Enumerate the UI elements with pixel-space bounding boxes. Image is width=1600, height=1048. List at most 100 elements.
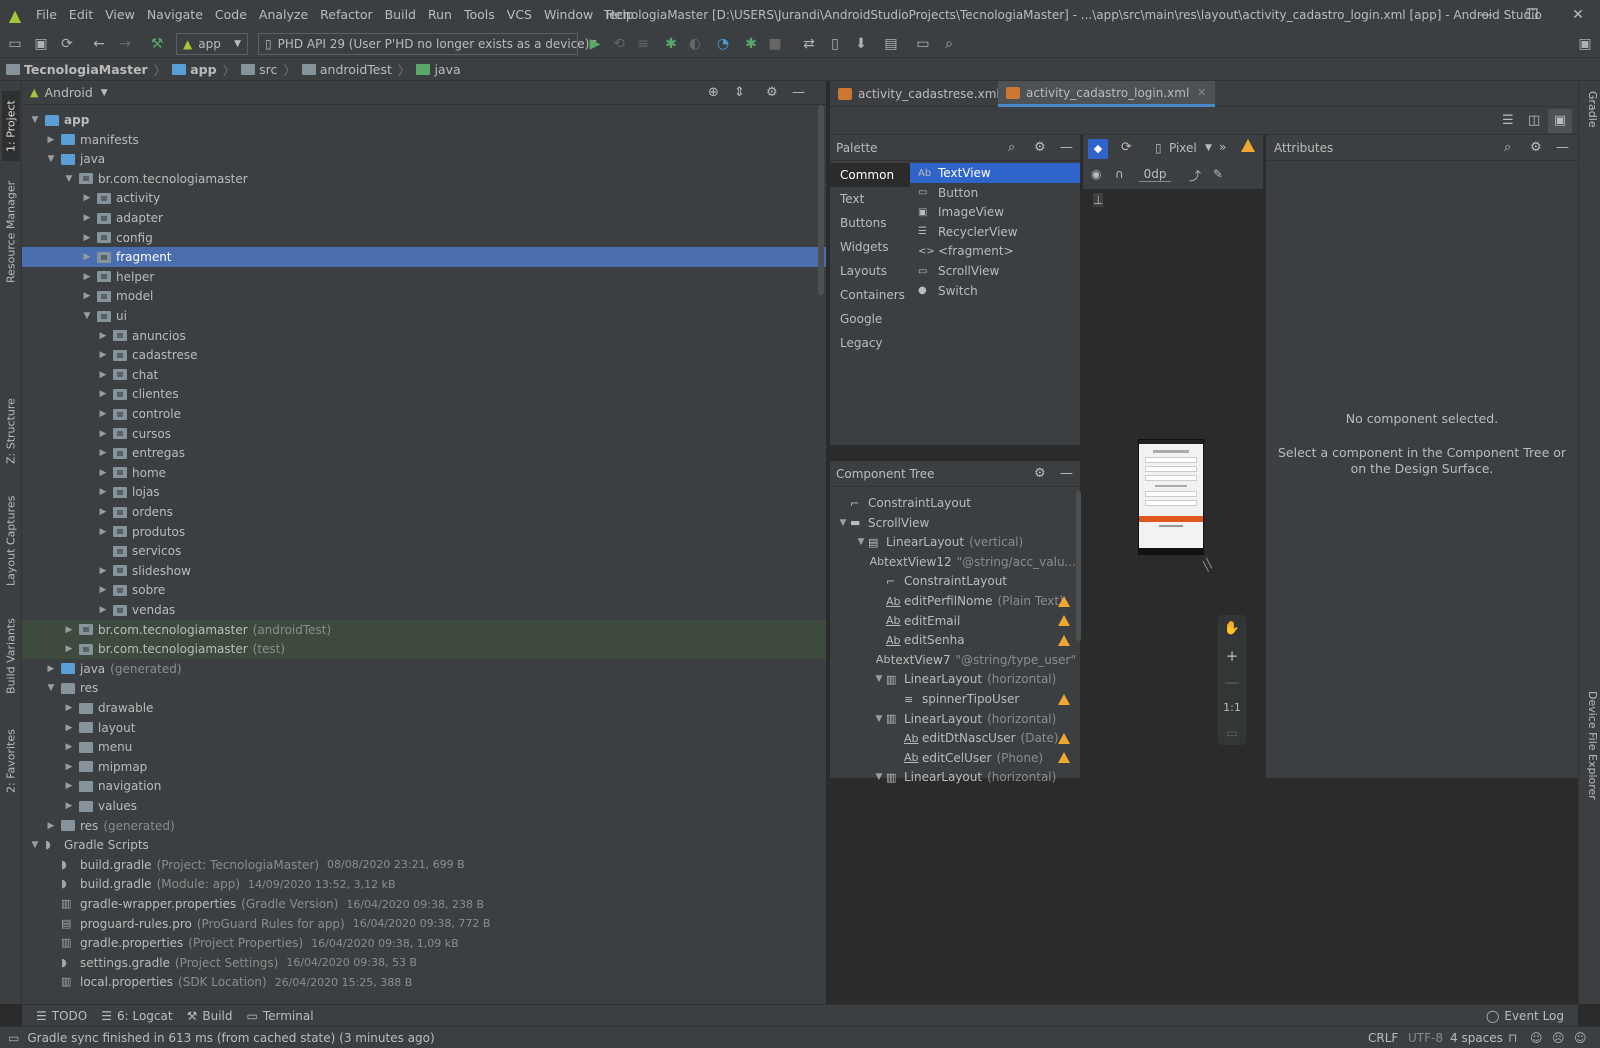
inspector-icon[interactable]: ☹ [1552, 1031, 1565, 1045]
palette-item[interactable]: Ab TextView [910, 163, 1080, 183]
zoom-reset-button[interactable]: 1:1 [1218, 695, 1246, 721]
component-tree-item[interactable]: ▼ ▤ LinearLayout (vertical) [830, 532, 1076, 552]
project-view-select[interactable]: Android [44, 85, 92, 100]
component-tree-item[interactable]: Ab textView7 "@string/type_user" [830, 650, 1076, 670]
account-icon[interactable]: ▣ [1574, 33, 1596, 55]
minimize-icon[interactable]: — [1466, 0, 1506, 30]
resize-handle-icon[interactable]: // [1199, 556, 1217, 574]
forward-icon[interactable]: → [114, 33, 136, 55]
tree-item[interactable]: ▶ values [22, 796, 826, 816]
tab-device-file-explorer[interactable]: Device File Explorer [1581, 691, 1599, 811]
hide-icon[interactable]: — [1060, 140, 1073, 155]
breadcrumb-item[interactable]: TecnologiaMaster 〉 [6, 60, 172, 79]
menu-code[interactable]: Code [209, 0, 253, 30]
component-tree-item[interactable]: ≡ spinnerTipoUser [830, 689, 1076, 709]
expanded-arrow-icon[interactable]: ▼ [80, 311, 94, 321]
component-tree-item[interactable]: ⌐ ConstraintLayout [830, 493, 1076, 513]
zoom-in-icon[interactable]: + [1218, 643, 1246, 669]
palette-category-layouts[interactable]: Layouts [830, 259, 910, 283]
clear-constraints-icon[interactable]: ⤴ [1189, 167, 1201, 184]
collapsed-arrow-icon[interactable]: ▶ [96, 448, 110, 458]
collapsed-arrow-icon[interactable]: ▶ [96, 468, 110, 478]
profile-icon[interactable]: ◐ [684, 33, 706, 55]
event-log-tab[interactable]: ◯ Event Log [1486, 1009, 1564, 1023]
run-config-select[interactable]: ▲ app ▼ [176, 33, 248, 55]
collapsed-arrow-icon[interactable]: ▶ [80, 272, 94, 282]
tree-item[interactable]: ▼ app [22, 110, 826, 130]
component-tree-item[interactable]: Ab textView12 "@string/acc_valu... [830, 552, 1076, 572]
collapsed-arrow-icon[interactable]: ▶ [96, 389, 110, 399]
maximize-icon[interactable]: ❐ [1512, 0, 1552, 30]
palette-category-common[interactable]: Common [830, 163, 910, 187]
chevron-down-icon[interactable]: ▼ [101, 88, 108, 98]
hide-icon[interactable]: — [1556, 140, 1569, 155]
avd-manager-icon[interactable]: ▯ [824, 33, 846, 55]
breadcrumb-item[interactable]: androidTest 〉 [301, 60, 417, 79]
tree-item[interactable]: ▶ layout [22, 718, 826, 738]
collapsed-arrow-icon[interactable]: ▶ [62, 742, 76, 752]
tree-item[interactable]: ▶ produtos [22, 522, 826, 542]
collapsed-arrow-icon[interactable]: ▶ [62, 625, 76, 635]
tree-item[interactable]: ◗ settings.gradle (Project Settings) 16/04/… [22, 953, 826, 973]
collapsed-arrow-icon[interactable]: ▶ [96, 487, 110, 497]
tree-item[interactable]: ▶ slideshow [22, 561, 826, 581]
sync-icon[interactable]: ⟳ [56, 33, 78, 55]
search-icon[interactable]: ⌕ [938, 33, 960, 55]
collapsed-arrow-icon[interactable]: ▶ [62, 762, 76, 772]
tree-item[interactable]: ▶ vendas [22, 600, 826, 620]
menu-file[interactable]: File [30, 0, 63, 30]
menu-refactor[interactable]: Refactor [314, 0, 378, 30]
default-margin-field[interactable]: 0dp [1139, 167, 1171, 182]
tree-item[interactable]: ▶ clientes [22, 384, 826, 404]
component-tree-item[interactable]: Ab editCelUser (Phone) [830, 748, 1076, 768]
warning-icon[interactable] [1058, 634, 1070, 646]
code-view-icon[interactable]: ☰ [1502, 113, 1514, 128]
tree-item[interactable]: ▼ res [22, 678, 826, 698]
component-tree-item[interactable]: ▼ ▥ LinearLayout (horizontal) [830, 709, 1076, 729]
debug-icon[interactable]: ✱ [660, 33, 682, 55]
tree-item[interactable]: ▶ java (generated) [22, 659, 826, 679]
tab-structure[interactable]: Z: Structure [2, 391, 20, 471]
tab-build-variants[interactable]: Build Variants [2, 611, 20, 701]
tab-resource-manager[interactable]: Resource Manager [2, 177, 20, 287]
tree-item[interactable]: ▶ controle [22, 404, 826, 424]
tree-item[interactable]: ▶ chat [22, 365, 826, 385]
tree-item[interactable]: ▶ entregas [22, 443, 826, 463]
tree-item[interactable]: ▼ ◗ Gradle Scripts [22, 835, 826, 855]
collapsed-arrow-icon[interactable]: ▶ [96, 585, 110, 595]
palette-category-text[interactable]: Text [830, 187, 910, 211]
sdk-manager-icon[interactable]: ⬇ [850, 33, 872, 55]
menu-navigate[interactable]: Navigate [141, 0, 209, 30]
expanded-arrow-icon[interactable]: ▼ [872, 772, 886, 782]
collapsed-arrow-icon[interactable]: ▶ [80, 252, 94, 262]
tree-item[interactable]: ▶ br.com.tecnologiamaster (androidTest) [22, 619, 826, 640]
palette-item[interactable]: <> <fragment> [910, 241, 1080, 261]
breadcrumb-item[interactable]: java [416, 62, 461, 77]
tab-activity_cadastrese[interactable]: activity_cadastrese.xml✕ [830, 81, 1025, 107]
open-folder-icon[interactable]: ▭ [4, 33, 26, 55]
attach-debugger-icon[interactable]: ◔ [712, 33, 734, 55]
tree-item[interactable]: ▶ adapter [22, 208, 826, 228]
collapsed-arrow-icon[interactable]: ▶ [62, 723, 76, 733]
tab-logcat[interactable]: ☰ 6: Logcat [101, 1009, 172, 1023]
tree-item[interactable]: ▶ cursos [22, 424, 826, 444]
expanded-arrow-icon[interactable]: ▼ [62, 174, 76, 184]
palette-category-buttons[interactable]: Buttons [830, 211, 910, 235]
make-project-icon[interactable]: ⚒ [146, 33, 168, 55]
expanded-arrow-icon[interactable]: ▼ [44, 154, 58, 164]
tab-todo[interactable]: ☰ TODO [36, 1009, 87, 1023]
toggle-tool-windows-icon[interactable]: ▭ [8, 1031, 19, 1045]
expanded-arrow-icon[interactable]: ▼ [44, 683, 58, 693]
split-view-icon[interactable]: ◫ [1528, 113, 1540, 128]
collapsed-arrow-icon[interactable]: ▶ [62, 644, 76, 654]
expanded-arrow-icon[interactable]: ▼ [872, 714, 886, 724]
collapsed-arrow-icon[interactable]: ▶ [62, 801, 76, 811]
tree-item[interactable]: ◗ build.gradle (Project: TecnologiaMaster)… [22, 855, 826, 875]
tree-item[interactable]: ▼ br.com.tecnologiamaster [22, 169, 826, 189]
run-icon[interactable]: ▶ [584, 33, 606, 55]
lock-icon[interactable]: ⊓ [1508, 1031, 1517, 1045]
collapsed-arrow-icon[interactable]: ▶ [44, 821, 58, 831]
tree-item[interactable]: ▶ manifests [22, 130, 826, 150]
tab-project[interactable]: 1: Project [2, 91, 20, 161]
tab-gradle[interactable]: Gradle [1581, 91, 1599, 151]
